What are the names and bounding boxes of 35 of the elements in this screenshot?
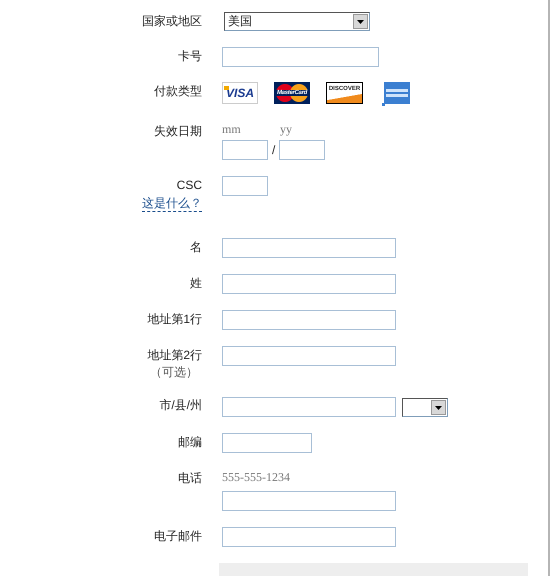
card-icon <box>382 82 410 106</box>
city-field[interactable] <box>222 396 396 416</box>
field-label: 地址第2行 <box>147 347 202 364</box>
csc-field[interactable] <box>222 176 268 196</box>
phone-hint: 555-555-1234 <box>222 469 291 485</box>
input-field[interactable] <box>222 47 379 67</box>
optional-note: （可选） <box>150 364 198 380</box>
field-label: 付款类型 <box>154 83 202 100</box>
input-field[interactable] <box>222 238 396 258</box>
field-label: 姓 <box>190 275 202 292</box>
card-logo: VISA <box>222 82 258 104</box>
field-label: 邮编 <box>178 434 202 451</box>
input-field[interactable] <box>222 310 396 330</box>
country-dropdown[interactable]: 美国 <box>224 12 370 31</box>
help-link[interactable]: 这是什么？ <box>142 195 202 212</box>
phone-field[interactable] <box>222 491 396 511</box>
month-hint: mm <box>222 122 242 138</box>
field-label: 地址第1行 <box>147 311 202 328</box>
input-field[interactable] <box>222 346 396 366</box>
year-hint: yy <box>280 122 292 138</box>
field-label: CSC <box>176 177 202 194</box>
field-label: 电子邮件 <box>154 528 202 545</box>
field-label: 市/县/州 <box>159 397 202 414</box>
state-dropdown[interactable] <box>402 398 448 417</box>
field-label: 失效日期 <box>154 123 202 140</box>
input-field[interactable] <box>222 527 396 547</box>
field-label: 国家或地区 <box>142 13 202 30</box>
field-label: 名 <box>190 239 202 256</box>
input-field[interactable] <box>222 274 396 294</box>
year-field[interactable] <box>279 140 326 160</box>
date-separator: / <box>272 143 276 157</box>
month-field[interactable] <box>222 140 268 160</box>
field-label: 卡号 <box>178 48 202 65</box>
field-label: 电话 <box>178 470 202 487</box>
zip-field[interactable] <box>222 433 312 453</box>
